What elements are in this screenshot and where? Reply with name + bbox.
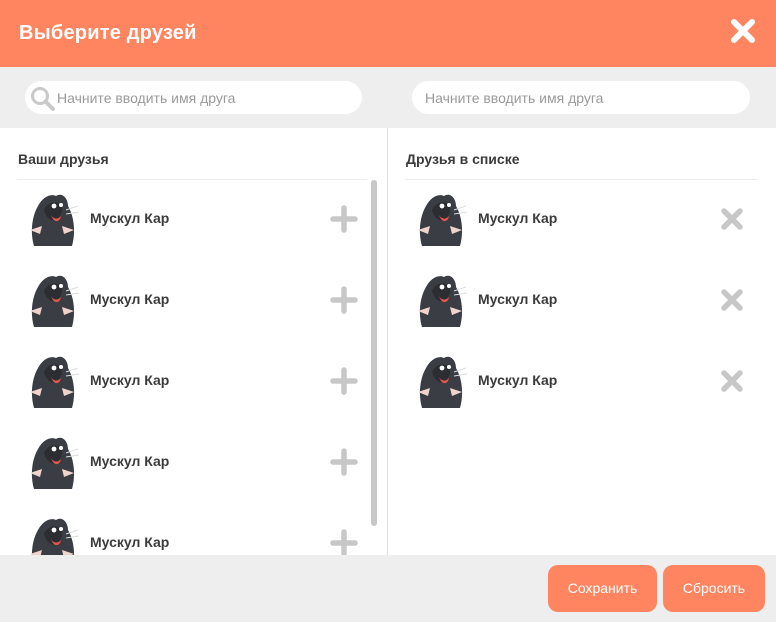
list-item: Мускул Кар: [388, 261, 758, 342]
avatar: [30, 194, 80, 246]
plus-icon: [330, 448, 358, 476]
friend-name: Мускул Кар: [90, 453, 170, 469]
save-button[interactable]: Сохранить: [548, 565, 657, 612]
modal-header: Выберите друзей: [0, 0, 776, 67]
remove-icon: [721, 289, 743, 311]
list-item: Мускул Кар: [0, 504, 370, 555]
list-item: Мускул Кар: [0, 180, 370, 261]
friend-name: Мускул Кар: [90, 372, 170, 388]
friend-name: Мускул Кар: [90, 291, 170, 307]
search-toolbar: [0, 67, 776, 128]
search-icon: [31, 87, 55, 111]
plus-icon: [330, 367, 358, 395]
panel-title: Ваши друзья: [18, 151, 109, 167]
panel-title: Друзья в списке: [406, 151, 520, 167]
add-friend-button[interactable]: [330, 286, 358, 314]
friends-picker-modal: Выберите друзей Ваши друзья: [0, 0, 776, 622]
friend-name: Мускул Кар: [478, 372, 558, 388]
avatar: [30, 437, 80, 489]
friend-name: Мускул Кар: [478, 291, 558, 307]
list-item: Мускул Кар: [0, 342, 370, 423]
avatar: [30, 275, 80, 327]
add-friend-button[interactable]: [330, 529, 358, 555]
add-friend-button[interactable]: [330, 448, 358, 476]
avatar: [418, 275, 468, 327]
your-friends-panel: Ваши друзья Мускул Кар Мускул Кар Мускул…: [0, 128, 387, 555]
avatar: [30, 356, 80, 408]
avatar: [30, 518, 80, 555]
remove-friend-button[interactable]: [718, 286, 746, 314]
friends-search-box: [25, 81, 362, 114]
remove-icon: [721, 208, 743, 230]
plus-icon: [330, 529, 358, 555]
plus-icon: [330, 205, 358, 233]
remove-icon: [721, 370, 743, 392]
avatar: [418, 356, 468, 408]
plus-icon: [330, 286, 358, 314]
scrollbar-thumb[interactable]: [371, 180, 377, 526]
add-friend-button[interactable]: [330, 367, 358, 395]
selected-search-input[interactable]: [425, 81, 740, 114]
selected-friends-panel: Друзья в списке Мускул Кар Мускул Кар Му…: [388, 128, 776, 555]
close-button[interactable]: [729, 17, 757, 45]
selected-search-box: [412, 81, 750, 114]
modal-title: Выберите друзей: [19, 22, 197, 44]
friend-name: Мускул Кар: [478, 210, 558, 226]
list-item: Мускул Кар: [388, 180, 758, 261]
add-friend-button[interactable]: [330, 205, 358, 233]
friends-search-input[interactable]: [57, 81, 352, 114]
list-item: Мускул Кар: [388, 342, 758, 423]
close-icon: [731, 19, 755, 43]
list-item: Мускул Кар: [0, 261, 370, 342]
friend-name: Мускул Кар: [90, 534, 170, 550]
friend-name: Мускул Кар: [90, 210, 170, 226]
reset-button[interactable]: Сбросить: [663, 565, 765, 612]
scrollbar[interactable]: [371, 180, 377, 555]
list-item: Мускул Кар: [0, 423, 370, 504]
remove-friend-button[interactable]: [718, 367, 746, 395]
avatar: [418, 194, 468, 246]
modal-footer: Сохранить Сбросить: [0, 555, 776, 622]
remove-friend-button[interactable]: [718, 205, 746, 233]
